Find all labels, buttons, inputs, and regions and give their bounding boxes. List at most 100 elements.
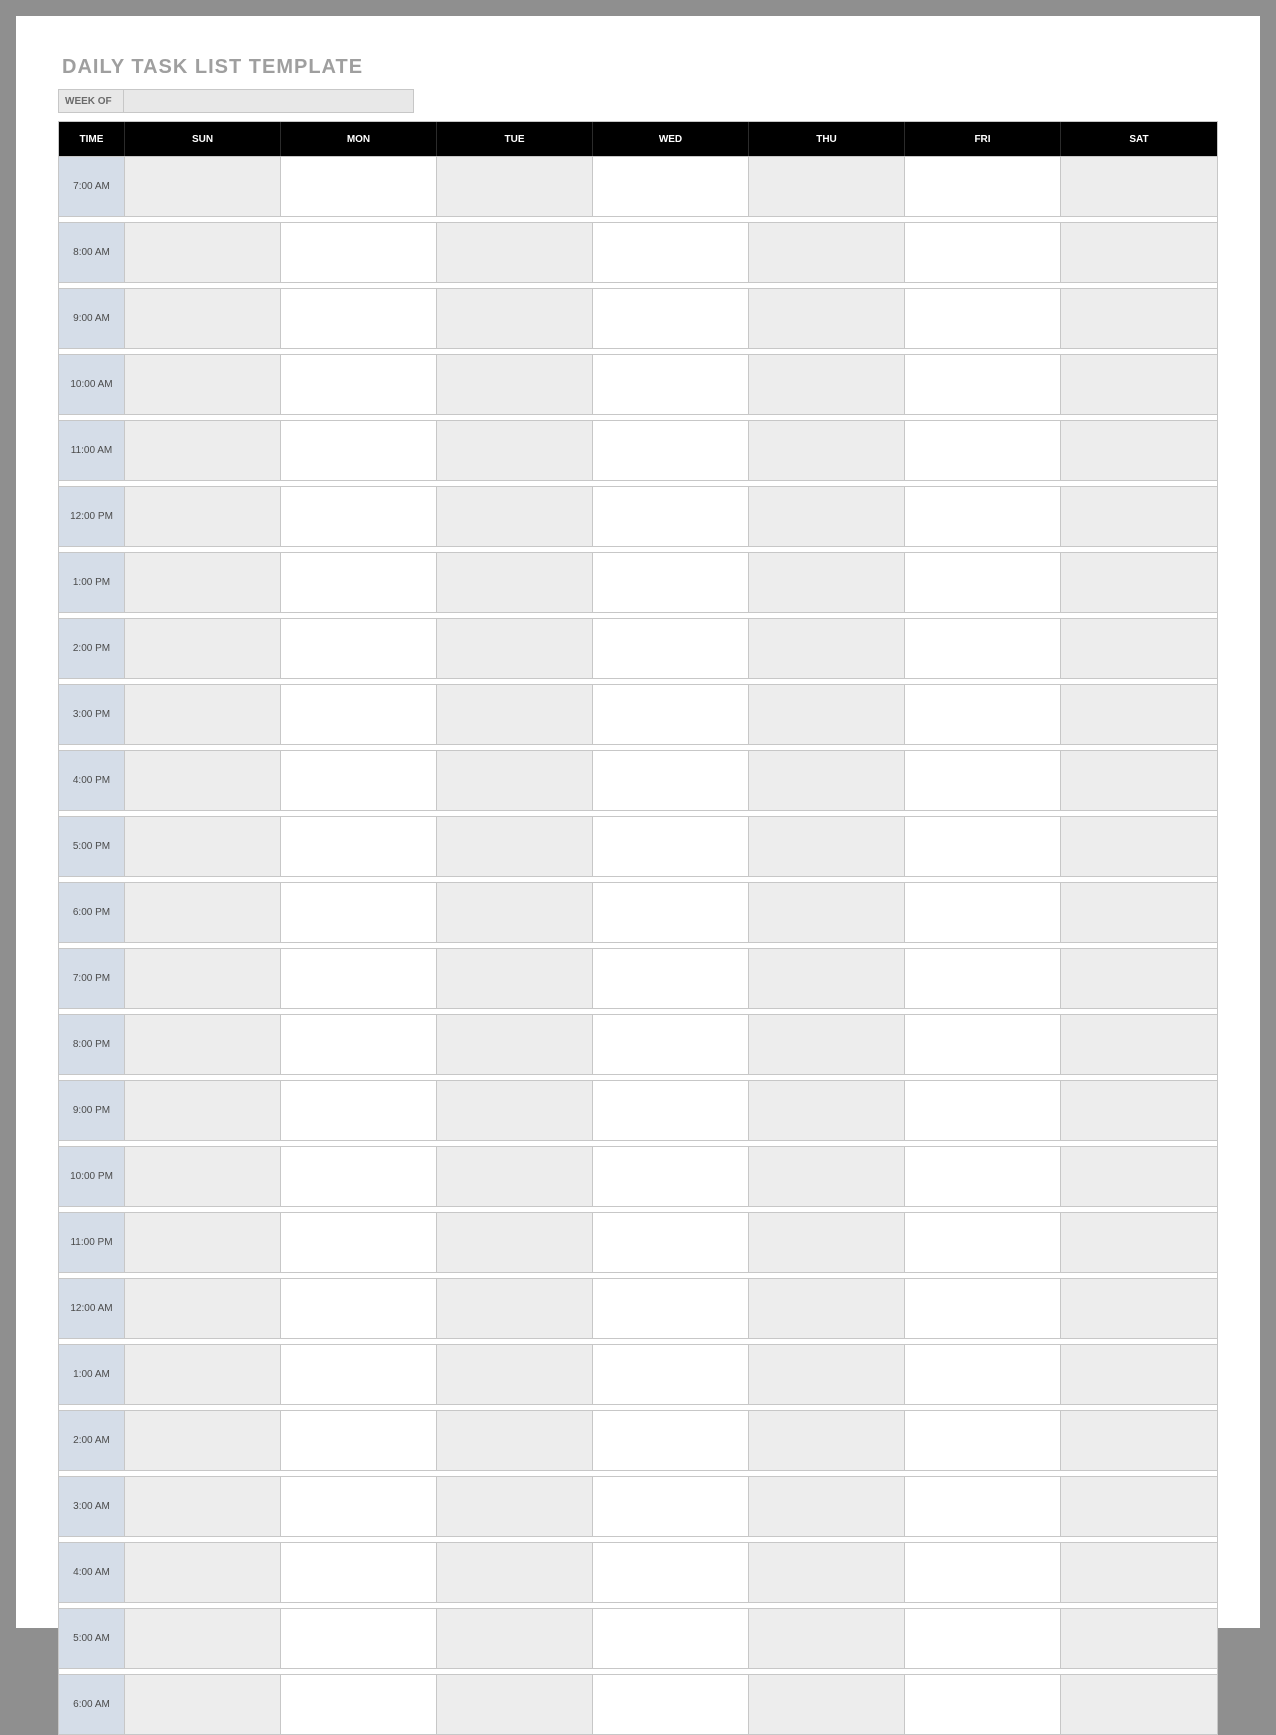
task-cell[interactable]: [1061, 1080, 1217, 1140]
task-cell[interactable]: [749, 750, 905, 810]
task-cell[interactable]: [437, 1476, 593, 1536]
task-cell[interactable]: [125, 1674, 281, 1734]
task-cell[interactable]: [1061, 1344, 1217, 1404]
task-cell[interactable]: [749, 1344, 905, 1404]
task-cell[interactable]: [593, 750, 749, 810]
task-cell[interactable]: [749, 156, 905, 216]
task-cell[interactable]: [125, 288, 281, 348]
task-cell[interactable]: [125, 684, 281, 744]
task-cell[interactable]: [1061, 1212, 1217, 1272]
task-cell[interactable]: [905, 1608, 1061, 1668]
task-cell[interactable]: [905, 1542, 1061, 1602]
task-cell[interactable]: [125, 1476, 281, 1536]
task-cell[interactable]: [281, 1476, 437, 1536]
task-cell[interactable]: [281, 486, 437, 546]
task-cell[interactable]: [593, 1278, 749, 1338]
task-cell[interactable]: [1061, 618, 1217, 678]
task-cell[interactable]: [281, 1542, 437, 1602]
task-cell[interactable]: [281, 882, 437, 942]
task-cell[interactable]: [437, 816, 593, 876]
task-cell[interactable]: [593, 816, 749, 876]
task-cell[interactable]: [905, 684, 1061, 744]
task-cell[interactable]: [905, 618, 1061, 678]
task-cell[interactable]: [905, 1212, 1061, 1272]
task-cell[interactable]: [125, 1542, 281, 1602]
task-cell[interactable]: [905, 1476, 1061, 1536]
task-cell[interactable]: [125, 1410, 281, 1470]
task-cell[interactable]: [125, 1278, 281, 1338]
task-cell[interactable]: [1061, 486, 1217, 546]
task-cell[interactable]: [593, 684, 749, 744]
task-cell[interactable]: [593, 552, 749, 612]
task-cell[interactable]: [1061, 156, 1217, 216]
task-cell[interactable]: [1061, 1608, 1217, 1668]
task-cell[interactable]: [905, 1146, 1061, 1206]
task-cell[interactable]: [125, 1146, 281, 1206]
task-cell[interactable]: [905, 1410, 1061, 1470]
task-cell[interactable]: [437, 486, 593, 546]
task-cell[interactable]: [905, 222, 1061, 282]
task-cell[interactable]: [281, 354, 437, 414]
task-cell[interactable]: [593, 420, 749, 480]
task-cell[interactable]: [749, 684, 905, 744]
task-cell[interactable]: [1061, 684, 1217, 744]
task-cell[interactable]: [905, 156, 1061, 216]
task-cell[interactable]: [1061, 1542, 1217, 1602]
task-cell[interactable]: [125, 222, 281, 282]
task-cell[interactable]: [437, 1080, 593, 1140]
task-cell[interactable]: [593, 948, 749, 1008]
task-cell[interactable]: [749, 1146, 905, 1206]
task-cell[interactable]: [125, 486, 281, 546]
task-cell[interactable]: [749, 618, 905, 678]
task-cell[interactable]: [281, 156, 437, 216]
task-cell[interactable]: [905, 1080, 1061, 1140]
task-cell[interactable]: [749, 1410, 905, 1470]
task-cell[interactable]: [749, 882, 905, 942]
task-cell[interactable]: [905, 288, 1061, 348]
task-cell[interactable]: [125, 1080, 281, 1140]
task-cell[interactable]: [593, 1212, 749, 1272]
task-cell[interactable]: [905, 354, 1061, 414]
task-cell[interactable]: [593, 1608, 749, 1668]
task-cell[interactable]: [437, 948, 593, 1008]
task-cell[interactable]: [281, 552, 437, 612]
task-cell[interactable]: [593, 486, 749, 546]
task-cell[interactable]: [437, 1014, 593, 1074]
task-cell[interactable]: [905, 552, 1061, 612]
task-cell[interactable]: [125, 420, 281, 480]
task-cell[interactable]: [905, 948, 1061, 1008]
task-cell[interactable]: [281, 1146, 437, 1206]
task-cell[interactable]: [281, 288, 437, 348]
task-cell[interactable]: [281, 816, 437, 876]
task-cell[interactable]: [125, 750, 281, 810]
task-cell[interactable]: [281, 420, 437, 480]
task-cell[interactable]: [593, 618, 749, 678]
task-cell[interactable]: [437, 1344, 593, 1404]
task-cell[interactable]: [125, 1014, 281, 1074]
task-cell[interactable]: [281, 1080, 437, 1140]
task-cell[interactable]: [437, 1608, 593, 1668]
task-cell[interactable]: [125, 1608, 281, 1668]
task-cell[interactable]: [437, 1542, 593, 1602]
task-cell[interactable]: [749, 552, 905, 612]
task-cell[interactable]: [749, 222, 905, 282]
task-cell[interactable]: [749, 816, 905, 876]
task-cell[interactable]: [281, 222, 437, 282]
task-cell[interactable]: [749, 486, 905, 546]
task-cell[interactable]: [281, 1212, 437, 1272]
task-cell[interactable]: [437, 618, 593, 678]
task-cell[interactable]: [905, 750, 1061, 810]
task-cell[interactable]: [281, 618, 437, 678]
task-cell[interactable]: [1061, 420, 1217, 480]
task-cell[interactable]: [281, 750, 437, 810]
task-cell[interactable]: [281, 1278, 437, 1338]
task-cell[interactable]: [281, 1674, 437, 1734]
task-cell[interactable]: [437, 1146, 593, 1206]
task-cell[interactable]: [905, 1014, 1061, 1074]
task-cell[interactable]: [437, 156, 593, 216]
task-cell[interactable]: [593, 1476, 749, 1536]
task-cell[interactable]: [749, 1542, 905, 1602]
task-cell[interactable]: [281, 948, 437, 1008]
task-cell[interactable]: [437, 552, 593, 612]
task-cell[interactable]: [437, 1674, 593, 1734]
